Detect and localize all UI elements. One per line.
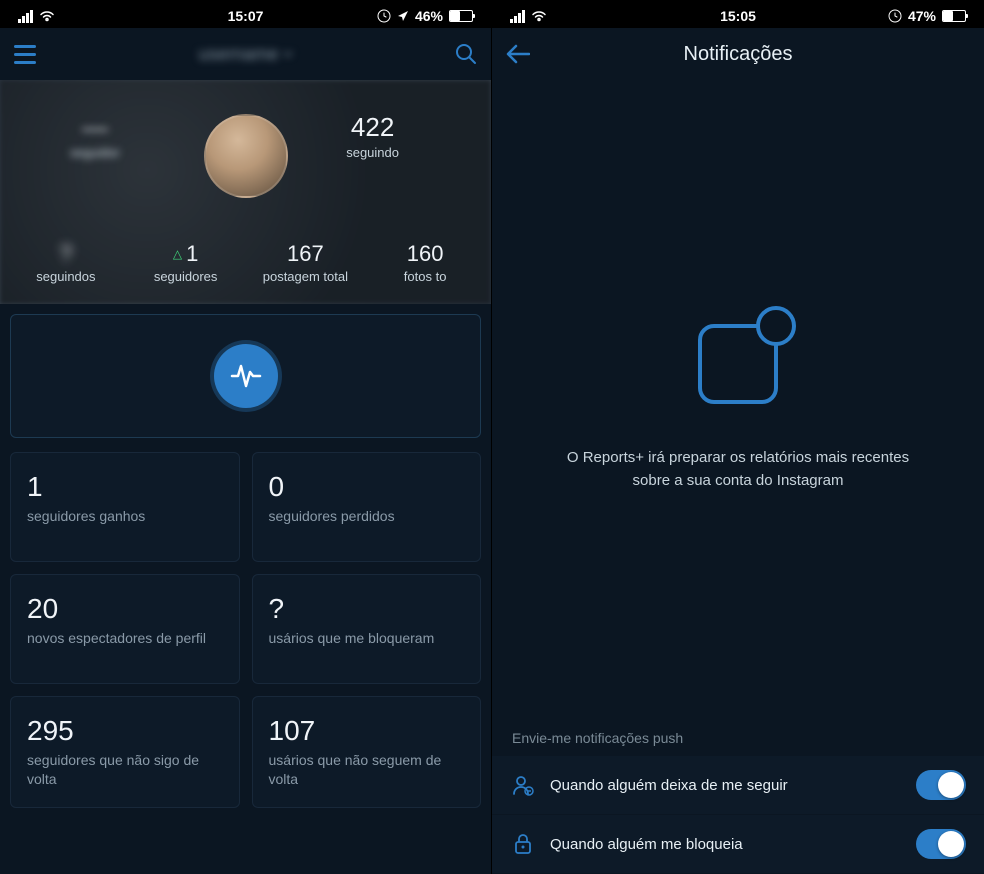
delta-up-icon: △	[173, 247, 182, 261]
account-selector[interactable]: username	[198, 44, 292, 65]
section-header-push: Envie-me notificações push	[492, 716, 984, 756]
battery-icon	[942, 10, 966, 22]
status-time: 15:05	[720, 8, 756, 24]
header-stat-2[interactable]: 167 postagem total	[246, 241, 366, 284]
activity-pulse-card[interactable]	[10, 314, 481, 438]
status-time: 15:07	[228, 8, 264, 24]
nav-bar: Notificações	[492, 28, 984, 80]
notification-illustration-icon	[678, 304, 798, 419]
card-not-following-back[interactable]: 295 seguidores que não sigo de volta	[10, 696, 240, 808]
card-followers-lost[interactable]: 0 seguidores perdidos	[252, 452, 482, 562]
status-bar: 15:07 46%	[0, 0, 491, 28]
lock-icon	[512, 832, 534, 856]
toggle-row-unfollow: Quando alguém deixa de me seguir	[492, 756, 984, 815]
battery-icon	[449, 10, 473, 22]
chevron-down-icon	[283, 51, 293, 57]
page-title: Notificações	[684, 43, 793, 66]
header-stat-0[interactable]: ? seguindos	[6, 241, 126, 284]
nav-bar: username	[0, 28, 491, 80]
followers-stat[interactable]: — seguidor	[70, 112, 120, 160]
location-arrow-icon	[397, 10, 409, 22]
card-users-not-follow-back[interactable]: 107 usários que não seguem de volta	[252, 696, 482, 808]
wifi-icon	[39, 10, 55, 22]
search-icon[interactable]	[455, 43, 477, 65]
header-stat-1[interactable]: △1 seguidores	[126, 241, 246, 284]
pulse-icon	[228, 358, 264, 394]
cellular-signal-icon	[18, 10, 33, 23]
toggle-label: Quando alguém deixa de me seguir	[550, 777, 902, 794]
wifi-icon	[531, 10, 547, 22]
toggle-block[interactable]	[916, 829, 966, 859]
card-followers-gained[interactable]: 1 seguidores ganhos	[10, 452, 240, 562]
lock-rotation-icon	[888, 9, 902, 23]
toggle-row-block: Quando alguém me bloqueia	[492, 815, 984, 874]
empty-state-text: O Reports+ irá preparar os relatórios ma…	[552, 447, 924, 492]
lock-rotation-icon	[377, 9, 391, 23]
card-profile-viewers[interactable]: 20 novos espectadores de perfil	[10, 574, 240, 684]
user-minus-icon	[511, 773, 535, 797]
status-bar: 15:05 47%	[492, 0, 984, 28]
cellular-signal-icon	[510, 10, 525, 23]
profile-header: — seguidor 422 seguindo ? seguindos △1 s…	[0, 80, 491, 304]
toggle-label: Quando alguém me bloqueia	[550, 836, 902, 853]
avatar[interactable]	[204, 114, 288, 198]
back-button[interactable]	[506, 44, 530, 64]
header-stat-3[interactable]: 160 fotos to	[365, 241, 485, 284]
menu-button[interactable]	[14, 45, 36, 64]
following-stat[interactable]: 422 seguindo	[346, 112, 399, 160]
battery-percentage: 46%	[415, 8, 443, 24]
battery-percentage: 47%	[908, 8, 936, 24]
toggle-unfollow[interactable]	[916, 770, 966, 800]
card-blocked-me[interactable]: ? usários que me bloqueram	[252, 574, 482, 684]
